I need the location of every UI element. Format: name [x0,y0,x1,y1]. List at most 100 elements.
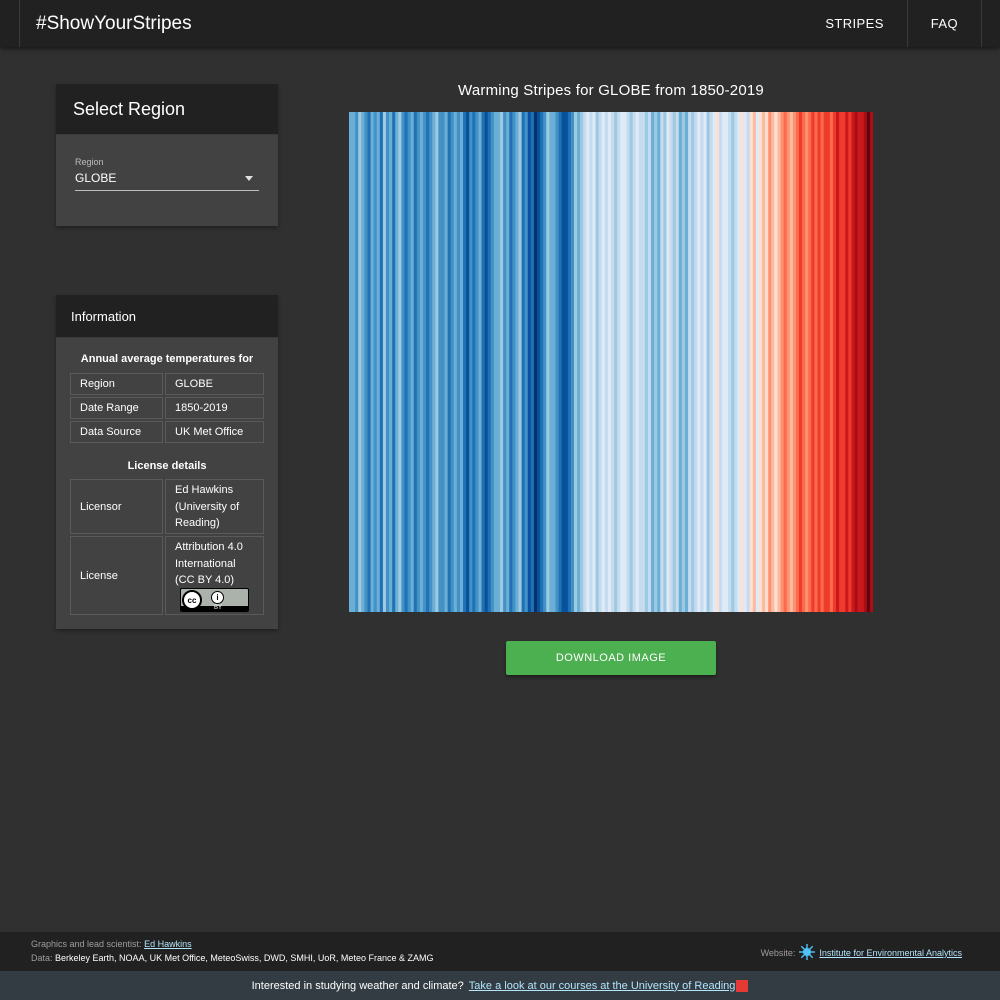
stripe-1867 [401,112,405,612]
stripe-1851 [352,112,356,612]
stripe-1989 [777,112,781,612]
brand-title[interactable]: #ShowYourStripes [19,0,192,47]
stripe-2013 [851,112,855,612]
annual-heading: Annual average temperatures for [80,353,254,365]
stripe-1874 [422,112,427,612]
nav-faq[interactable]: FAQ [908,0,982,47]
warming-stripes-graphic [349,112,873,612]
stripe-1897 [493,112,498,612]
license-key-license: License [70,536,163,615]
stripe-1921 [567,112,572,612]
stripe-1960 [688,112,692,612]
stripe-1894 [484,112,489,612]
footer-data-list: Berkeley Earth, NOAA, UK Met Office, Met… [55,953,434,963]
stripe-2018 [866,112,871,612]
stripes-title: Warming Stripes for GLOBE from 1850-2019 [458,82,764,99]
stripe-1912 [540,112,544,612]
stripe-1973 [728,112,732,612]
stripe-1915 [549,112,553,612]
stripe-1925 [580,112,584,612]
stripe-1886 [459,112,464,612]
stripe-1881 [444,112,449,612]
stripe-1864 [392,112,396,612]
stripe-1949 [654,112,658,612]
stripe-1969 [715,112,720,612]
ed-hawkins-link[interactable]: Ed Hawkins [144,939,192,949]
stripe-1926 [583,112,587,612]
cc-by-license-icon[interactable]: cc i BY [180,588,249,612]
stripe-1885 [456,112,461,612]
stripe-1876 [429,112,433,612]
stripe-1939 [623,112,627,612]
stripe-1982 [755,112,760,612]
top-nav: STRIPES FAQ [802,0,982,47]
region-select-underline [75,190,259,191]
stripe-1906 [521,112,526,612]
stripe-2007 [832,112,837,612]
stripe-1918 [558,112,563,612]
stripe-1863 [389,112,393,612]
stripe-1942 [632,112,637,612]
stripe-1857 [370,112,375,612]
nav-stripes[interactable]: STRIPES [802,0,908,47]
info-value-region: GLOBE [165,373,264,395]
stripe-1953 [666,112,670,612]
stripe-1941 [629,112,633,612]
stripe-1938 [620,112,624,612]
stripe-1983 [758,112,763,612]
stripe-1922 [570,112,575,612]
stripe-1974 [731,112,735,612]
stripe-1956 [675,112,680,612]
stripe-1852 [355,112,359,612]
stripe-1958 [681,112,686,612]
stripe-1934 [607,112,612,612]
stripe-2009 [839,112,843,612]
region-select[interactable]: GLOBE [75,171,116,185]
courses-link[interactable]: Take a look at our courses at the Univer… [469,980,736,992]
stripe-1928 [589,112,593,612]
stripe-1889 [469,112,473,612]
stripe-1923 [574,112,578,612]
attribution-person-icon: i [211,591,224,604]
select-region-title: Select Region [56,84,278,135]
stripe-2011 [845,112,849,612]
stripe-1854 [361,112,365,612]
license-key-licensor: Licensor [70,479,163,534]
stripe-1951 [660,112,664,612]
university-logo-icon [736,979,749,992]
stripe-1883 [450,112,455,612]
stripe-2010 [842,112,846,612]
stripe-1991 [783,112,788,612]
stripe-1866 [398,112,402,612]
info-key-date-range: Date Range [70,397,163,419]
stripe-1979 [746,112,751,612]
stripe-1990 [780,112,785,612]
stripe-1887 [463,112,467,612]
stripe-1913 [543,112,547,612]
stripe-1858 [373,112,378,612]
stripe-2016 [860,112,865,612]
stripe-2012 [848,112,852,612]
footer-graphics-label: Graphics and lead scientist: [31,939,142,949]
download-image-button[interactable]: DOWNLOAD IMAGE [506,641,716,675]
stripe-1879 [438,112,442,612]
stripe-1891 [475,112,479,612]
stripe-1914 [546,112,550,612]
banner-text: Interested in studying weather and clima… [251,979,464,992]
stripe-2014 [854,112,858,612]
stripe-1872 [416,112,421,612]
footer-website: Website: Institute for Environmental Ana… [761,944,962,962]
stripe-2006 [829,112,834,612]
footer: Graphics and lead scientist: Ed Hawkins … [0,932,1000,971]
stripe-1963 [697,112,701,612]
stripe-1901 [506,112,510,612]
stripe-1978 [743,112,748,612]
stripe-1855 [364,112,368,612]
stripe-1987 [771,112,775,612]
stripe-2015 [857,112,862,612]
stripe-1850 [349,112,353,612]
stripe-1898 [496,112,501,612]
chevron-down-icon[interactable] [245,176,253,181]
stripe-1947 [647,112,652,612]
iea-link[interactable]: Institute for Environmental Analytics [819,948,962,958]
